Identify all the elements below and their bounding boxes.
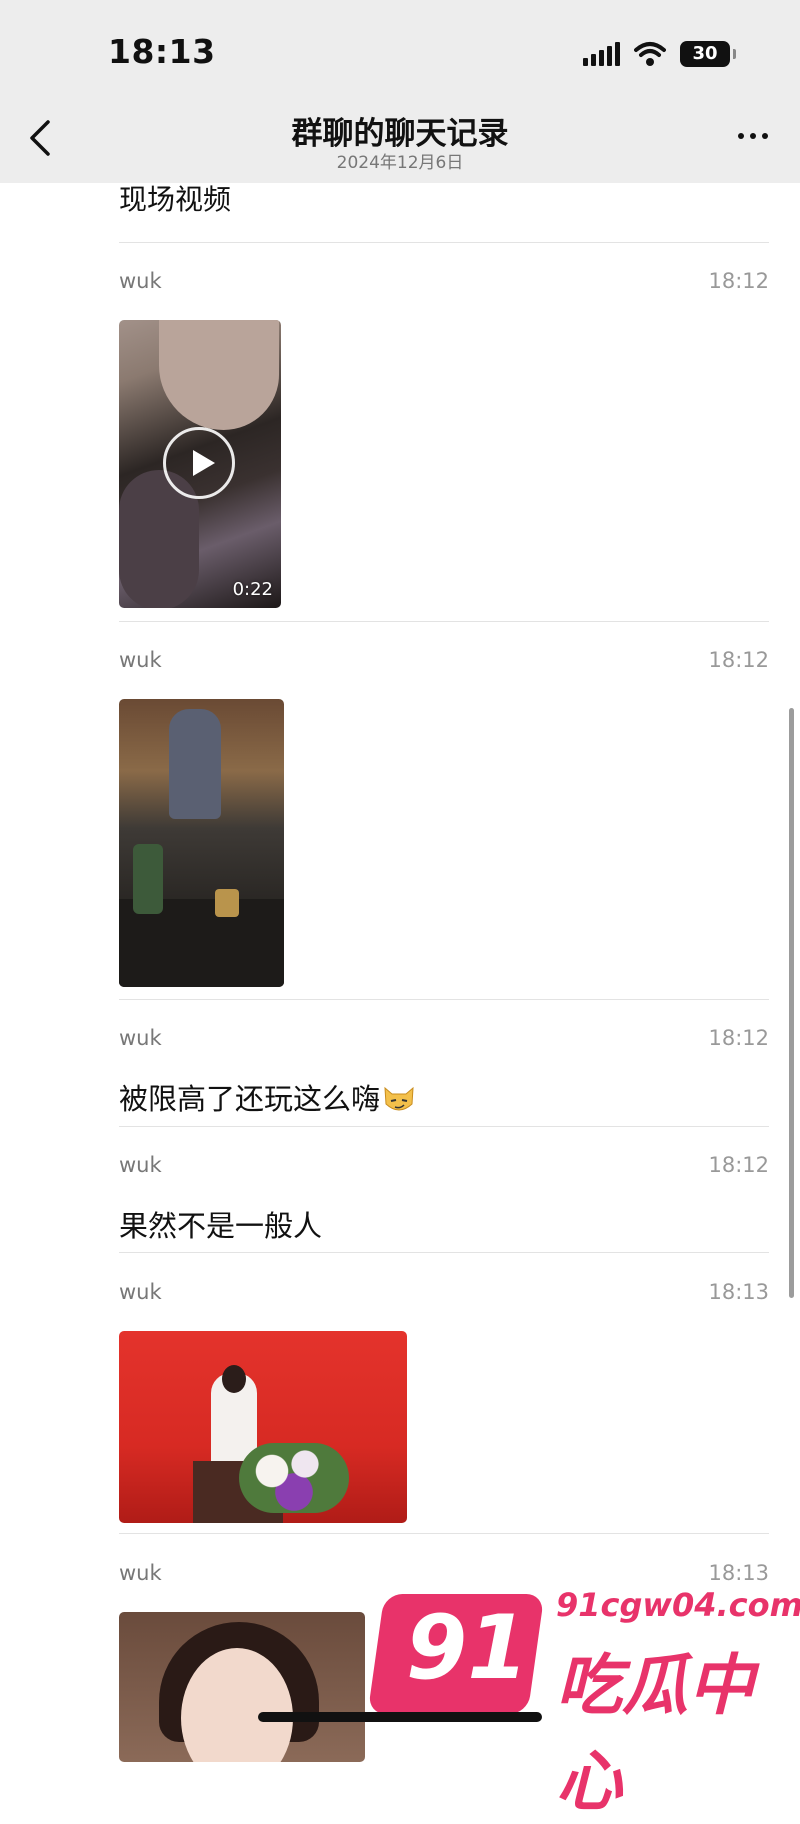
watermark-url: 91cgw04.com	[556, 1586, 800, 1624]
signal-icon	[583, 42, 620, 66]
chat-history: 现场视频 wuk 18:12 0:22 wuk 18:12 wuk 18:12 …	[0, 0, 800, 1762]
scrollbar[interactable]	[789, 708, 794, 1298]
message-time: 18:13	[708, 1280, 769, 1304]
sender-name: wuk	[119, 1561, 162, 1585]
video-thumbnail[interactable]: 0:22	[119, 320, 281, 608]
message-time: 18:12	[708, 1026, 769, 1050]
battery-icon: 30	[680, 41, 736, 67]
photo-cup	[215, 889, 239, 917]
message-time: 18:13	[708, 1561, 769, 1585]
photo-bottle	[133, 844, 163, 914]
smirk-cat-emoji-icon	[384, 1086, 414, 1111]
sender-name: wuk	[119, 648, 162, 672]
more-icon[interactable]	[738, 133, 768, 139]
status-icons: 30	[583, 38, 736, 70]
status-time: 18:13	[108, 32, 216, 71]
divider	[119, 1533, 769, 1534]
watermark-name: 吃瓜中心	[556, 1647, 754, 1820]
divider	[119, 1126, 769, 1127]
message-text-content: 被限高了还玩这么嗨	[119, 1082, 381, 1116]
home-indicator	[258, 1712, 542, 1722]
image-thumbnail[interactable]	[119, 699, 284, 987]
image-thumbnail[interactable]	[119, 1331, 407, 1523]
page-subtitle: 2024年12月6日	[336, 153, 464, 173]
divider	[119, 242, 769, 243]
image-thumbnail[interactable]	[119, 1612, 365, 1762]
video-duration: 0:22	[232, 579, 273, 600]
photo-person	[169, 709, 221, 819]
divider	[119, 621, 769, 622]
sender-name: wuk	[119, 269, 162, 293]
message-text-partial: 现场视频	[119, 183, 232, 216]
divider	[119, 999, 769, 1000]
page-title: 群聊的聊天记录	[291, 116, 509, 152]
photo-speaker-head	[222, 1365, 246, 1393]
message-time: 18:12	[708, 648, 769, 672]
message-text[interactable]: 果然不是一般人	[119, 1203, 322, 1245]
photo-flowers	[239, 1443, 349, 1513]
watermark-number: 91	[406, 1596, 529, 1699]
header: 18:13 30 群聊的聊天记录 2024年12月6日	[0, 0, 800, 183]
sender-name: wuk	[119, 1026, 162, 1050]
divider	[119, 1252, 769, 1253]
play-icon[interactable]	[163, 427, 235, 499]
message-time: 18:12	[708, 269, 769, 293]
sender-name: wuk	[119, 1153, 162, 1177]
sender-name: wuk	[119, 1280, 162, 1304]
message-text[interactable]: 被限高了还玩这么嗨	[119, 1076, 416, 1118]
video-scene	[159, 320, 279, 430]
message-time: 18:12	[708, 1153, 769, 1177]
wifi-icon	[634, 42, 666, 66]
